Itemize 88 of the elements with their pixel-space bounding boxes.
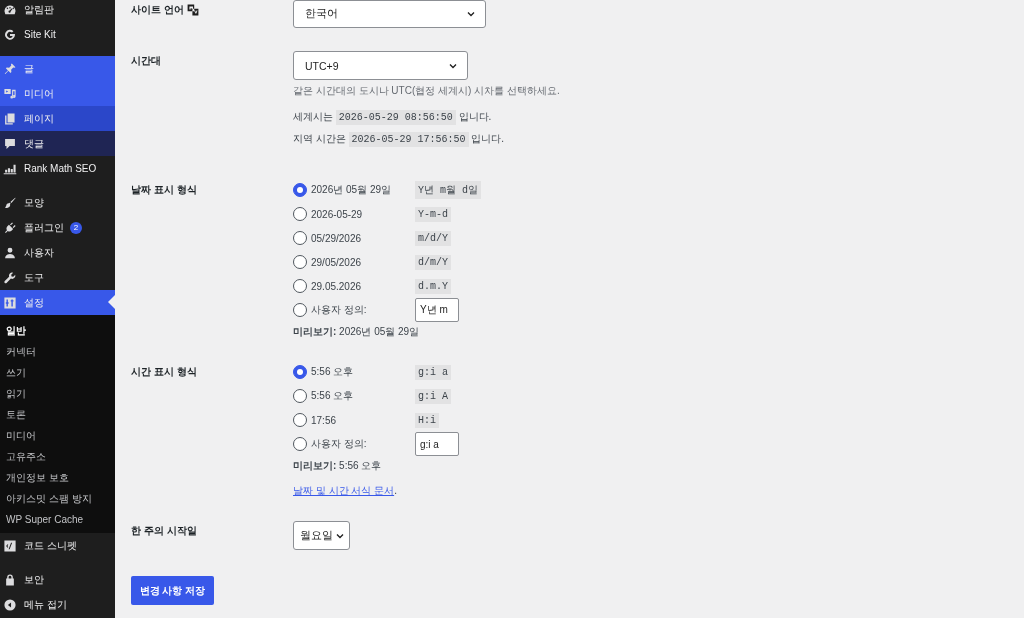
option-label: 29/05/2026 [311,256,363,268]
submenu-item[interactable]: 토론 [0,404,115,425]
format-code: d/m/Y [415,254,451,270]
sidebar-menu-item[interactable]: 사용자 [0,240,115,265]
preview-text: 미리보기: 2026년 05월 29일 [293,325,421,339]
format-code: g:i a [415,364,451,380]
field-label: 사이트 언어 [131,3,184,17]
media-icon [3,86,17,101]
custom-format-field[interactable]: Y년 m [415,298,459,322]
translate-icon [186,4,199,16]
format-code: H:i [415,412,439,428]
submenu-item[interactable]: 고유주소 [0,446,115,467]
pushpin-icon [3,61,17,76]
option-label: 05/29/2026 [311,232,363,244]
sidebar-menu-item[interactable]: 알림판 [0,0,115,22]
speech-bubble-icon [3,136,17,151]
format-code: Y년 m월 d일 [415,181,481,199]
format-code: Y-m-d [415,206,451,222]
option-label: 사용자 정의: [311,303,368,317]
format-code: d.m.Y [415,278,451,294]
week-start-select[interactable]: 월요일 [293,521,350,550]
sidebar-menu-item[interactable]: Site Kit [0,22,115,47]
sidebar-menu-item[interactable]: 보안 [0,567,115,592]
collapse-icon [3,597,17,612]
radio-button[interactable] [293,413,307,427]
option-label: 29.05.2026 [311,280,363,292]
format-code: m/d/Y [415,230,451,246]
radio-button[interactable] [293,365,307,379]
radio-button[interactable] [293,279,307,293]
code-icon [3,538,17,553]
format-code: g:i A [415,388,451,404]
submenu-item[interactable]: 일반 [0,320,115,341]
user-icon [3,245,17,260]
submenu-item[interactable]: 아키스밋 스팸 방지 [0,488,115,509]
field-label: 날짜 표시 형식 [131,183,197,197]
sidebar-menu-item[interactable]: 설정 [0,290,115,315]
radio-button[interactable] [293,437,307,451]
radio-button[interactable] [293,207,307,221]
field-label: 시간대 [131,54,161,68]
sidebar-menu-item[interactable]: 도구 [0,265,115,290]
option-label: 5:56 오후 [311,389,355,403]
time-info-text: 세계시는 2026-05-29 08:56:50 입니다. [293,109,493,127]
language-select[interactable]: 한국어 [293,0,486,28]
gauge-icon [3,2,17,17]
sidebar-menu-item[interactable]: 코드 스니펫 [0,533,115,558]
sidebar-menu-item[interactable]: 모양 [0,190,115,215]
doc-link-text: 날짜 및 시간 서식 문서. [293,484,398,498]
option-label: 2026년 05월 29일 [311,183,393,197]
radio-button[interactable] [293,231,307,245]
submenu-item[interactable]: 읽기 [0,383,115,404]
doc-link[interactable]: 날짜 및 시간 서식 문서 [293,485,395,496]
option-label: 2026-05-29 [311,208,364,220]
submenu-item[interactable]: 커넥터 [0,341,115,362]
preview-text: 미리보기: 5:56 오후 [293,459,383,473]
menu-pointer-icon [108,295,115,309]
sliders-icon [3,295,17,310]
help-text: 같은 시간대의 도시나 UTC(협정 세계시) 시차를 선택하세요. [293,84,561,98]
field-label: 한 주의 시작일 [131,524,197,538]
radio-button[interactable] [293,255,307,269]
submenu-item[interactable]: 쓰기 [0,362,115,383]
radio-button[interactable] [293,183,307,197]
option-label: 사용자 정의: [311,437,368,451]
plug-icon [3,220,17,235]
submenu-item[interactable]: 개인정보 보호 [0,467,115,488]
sidebar-menu-item[interactable]: 플러그인 2 [0,215,115,240]
option-label: 5:56 오후 [311,365,355,379]
paintbrush-icon [3,195,17,210]
save-changes-button[interactable]: 변경 사항 저장 [131,576,214,605]
g-logo-icon [3,27,17,42]
field-label: 시간 표시 형식 [131,365,197,379]
update-count-badge: 2 [70,221,82,234]
wrench-icon [3,270,17,285]
time-info-text: 지역 시간은 2026-05-29 17:56:50 입니다. [293,131,506,149]
custom-format-field[interactable]: g:i a [415,432,459,456]
collapse-menu-button[interactable]: 메뉴 접기 [0,592,115,617]
submenu-item[interactable]: 미디어 [0,425,115,446]
sidebar-menu-item[interactable]: Rank Math SEO [0,156,115,181]
timezone-select[interactable]: UTC+9 [293,51,468,80]
radio-button[interactable] [293,303,307,317]
sidebar-menu-item[interactable]: 미디어 [0,81,115,106]
option-label: 17:56 [311,414,338,426]
submenu-item[interactable]: WP Super Cache [0,509,115,530]
padlock-icon [3,572,17,587]
sidebar-menu-item[interactable]: 페이지 [0,106,115,131]
pages-icon [3,111,17,126]
radio-button[interactable] [293,389,307,403]
sidebar-menu-item[interactable]: 글 [0,56,115,81]
sidebar-menu-item[interactable]: 댓글 [0,131,115,156]
